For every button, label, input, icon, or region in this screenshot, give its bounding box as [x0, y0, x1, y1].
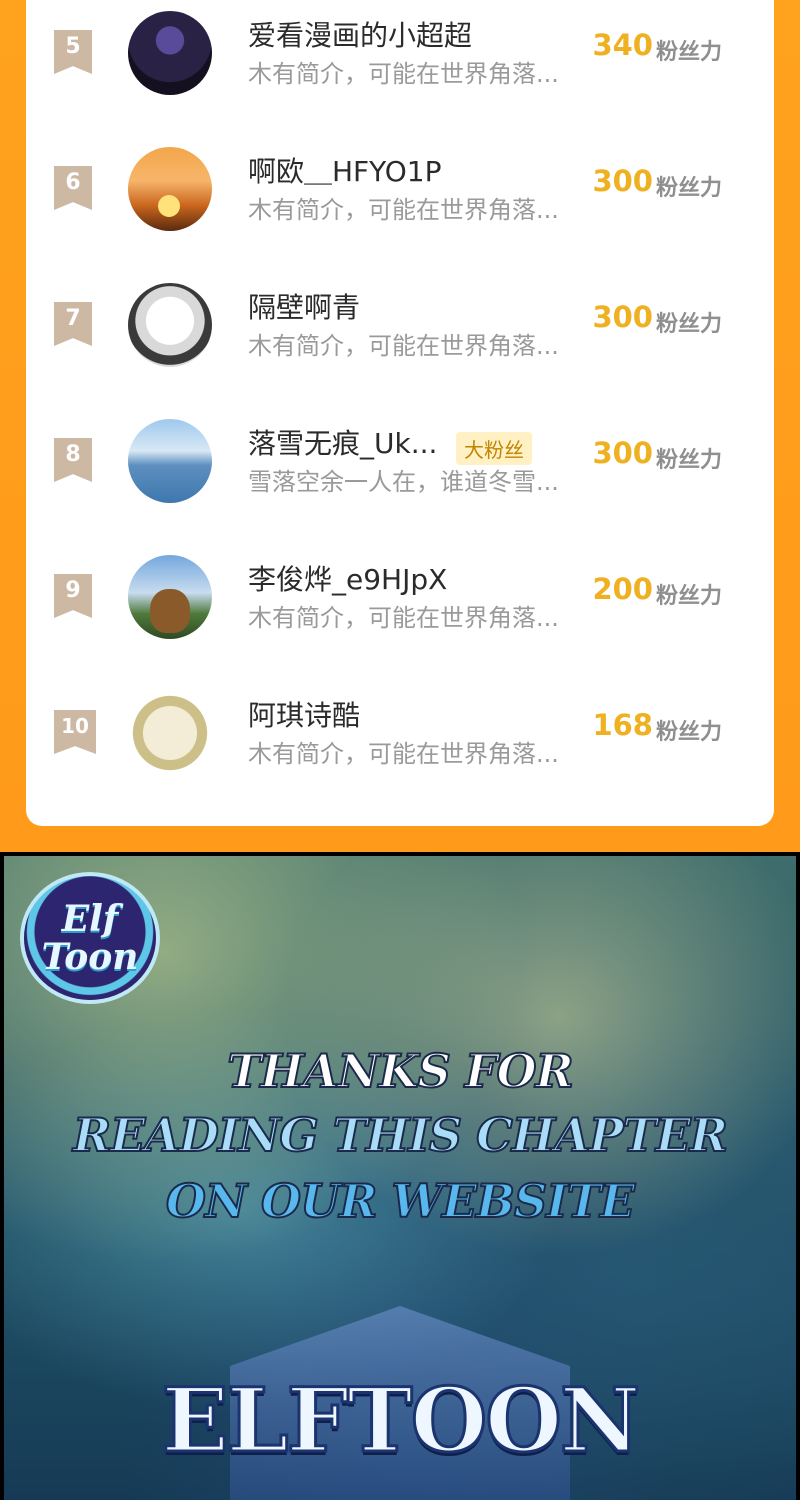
fan-count: 200	[592, 572, 653, 606]
fan-label: 粉丝力	[656, 312, 723, 337]
rank-flag-icon: 7	[54, 302, 92, 346]
fan-label: 粉丝力	[656, 584, 723, 609]
ranking-row[interactable]: 7 隔壁啊青 木有简介，可能在世界角落... 300 粉丝力	[26, 272, 774, 372]
thanks-heading-line1: THANKS FOR	[226, 1043, 575, 1099]
brand-wordmark: ELFTOON	[160, 1367, 642, 1474]
fan-count: 300	[592, 164, 653, 198]
thanks-heading-line3: ON OUR WEBSITE	[165, 1173, 636, 1229]
user-bio: 雪落空余一人在，谁道冬雪...	[248, 468, 559, 496]
user-bio: 木有简介，可能在世界角落...	[248, 60, 559, 88]
elftoon-logo[interactable]: Elf Toon	[24, 876, 156, 1000]
avatar[interactable]	[128, 419, 212, 503]
bear-figure	[150, 589, 190, 633]
rank-number: 6	[65, 170, 81, 195]
rank-flag-icon: 8	[54, 438, 92, 482]
fan-label: 粉丝力	[656, 40, 723, 65]
fan-count: 300	[592, 436, 653, 470]
rank-number: 10	[61, 714, 89, 738]
ranking-row[interactable]: 5 爱看漫画的小超超 木有简介，可能在世界角落... 340 粉丝力	[26, 0, 774, 100]
sunset-sun	[158, 195, 180, 217]
fan-count: 300	[592, 300, 653, 334]
avatar[interactable]	[128, 11, 212, 95]
avatar[interactable]	[128, 555, 212, 639]
user-bio: 木有简介，可能在世界角落...	[248, 604, 559, 632]
ranking-row[interactable]: 9 李俊烨_e9HJpX 木有简介，可能在世界角落... 200 粉丝力	[26, 544, 774, 644]
rank-flag-icon: 9	[54, 574, 92, 618]
logo-text-line1: Elf	[61, 898, 119, 940]
rank-flag-icon: 10	[54, 710, 96, 754]
rank-number: 5	[65, 34, 81, 59]
big-fan-badge: 大粉丝	[456, 432, 532, 465]
ranking-row[interactable]: 6 啊欧＿HFYO1P 木有简介，可能在世界角落... 300 粉丝力	[26, 136, 774, 236]
fan-count: 340	[592, 28, 653, 62]
rank-flag-icon: 6	[54, 166, 92, 210]
ranking-background: 5 爱看漫画的小超超 木有简介，可能在世界角落... 340 粉丝力 6 啊欧＿…	[0, 0, 800, 852]
user-name[interactable]: 落雪无痕_Uk...	[248, 422, 437, 462]
ranking-row[interactable]: 10 阿琪诗酷 木有简介，可能在世界角落... 168 粉丝力	[26, 680, 774, 780]
user-name[interactable]: 爱看漫画的小超超	[248, 14, 472, 54]
user-bio: 木有简介，可能在世界角落...	[248, 332, 559, 360]
rank-number: 7	[65, 306, 81, 331]
user-name[interactable]: 阿琪诗酷	[248, 694, 360, 734]
fan-count: 168	[592, 708, 653, 742]
fan-ranking-card: 5 爱看漫画的小超超 木有简介，可能在世界角落... 340 粉丝力 6 啊欧＿…	[26, 0, 774, 826]
user-bio: 木有简介，可能在世界角落...	[248, 196, 559, 224]
ranking-row[interactable]: 8 落雪无痕_Uk... 大粉丝 雪落空余一人在，谁道冬雪... 300 粉丝力	[26, 408, 774, 508]
rank-number: 8	[65, 442, 81, 467]
promo-banner: Elf Toon THANKS FOR READING THIS CHAPTER…	[4, 856, 796, 1500]
rank-flag-icon: 5	[54, 30, 92, 74]
rank-number: 9	[65, 578, 81, 603]
fan-label: 粉丝力	[656, 720, 723, 745]
user-name[interactable]: 啊欧＿HFYO1P	[248, 150, 441, 190]
fan-label: 粉丝力	[656, 448, 723, 473]
user-bio: 木有简介，可能在世界角落...	[248, 740, 559, 768]
fan-label: 粉丝力	[656, 176, 723, 201]
avatar[interactable]	[128, 283, 212, 367]
user-name[interactable]: 隔壁啊青	[248, 286, 360, 326]
avatar[interactable]	[128, 691, 212, 775]
avatar[interactable]	[128, 147, 212, 231]
logo-text-line2: Toon	[41, 936, 139, 978]
user-name[interactable]: 李俊烨_e9HJpX	[248, 558, 447, 598]
thanks-heading-line2: READING THIS CHAPTER	[72, 1107, 729, 1163]
